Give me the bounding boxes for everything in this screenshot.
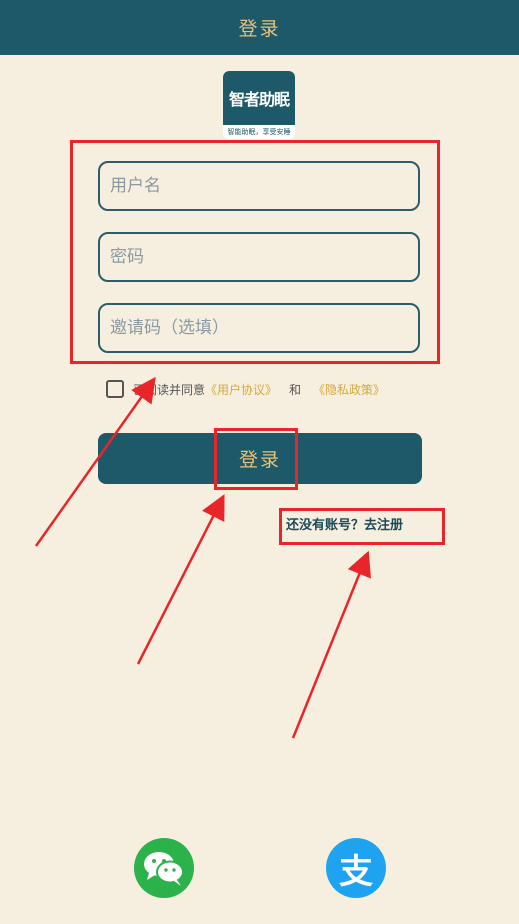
arrow-to-login — [136, 494, 225, 665]
annotation-arrows — [34, 376, 371, 739]
arrow-to-register — [291, 550, 371, 739]
arrow-to-form — [34, 376, 156, 547]
